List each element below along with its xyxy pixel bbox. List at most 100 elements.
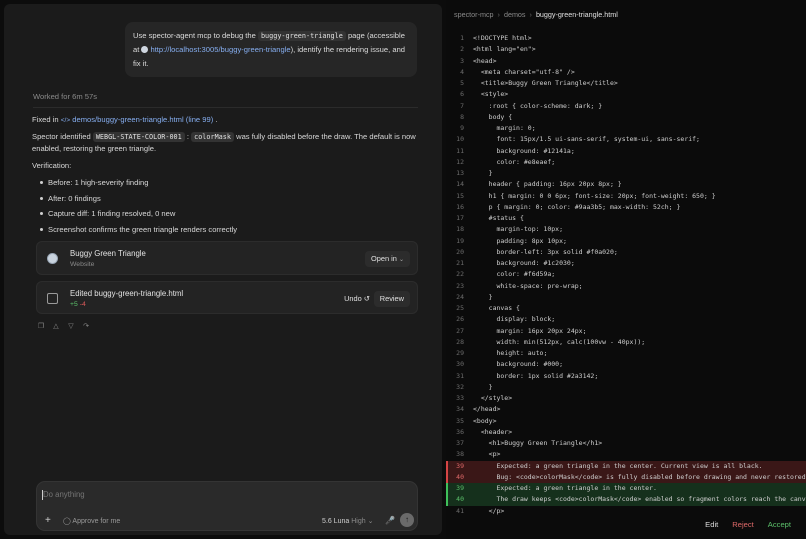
chat-panel: Use spector-agent mcp to debug the buggy… xyxy=(4,4,442,535)
website-card-title: Buggy Green Triangle xyxy=(70,249,146,258)
lines-added: +5 xyxy=(70,301,78,308)
code-text: <meta charset="utf-8" /> xyxy=(473,67,575,76)
code-text: margin: 16px 20px 24px; xyxy=(473,326,587,335)
review-button[interactable]: Review xyxy=(373,291,410,307)
breadcrumb-item[interactable]: demos xyxy=(504,10,526,19)
line-number: 26 xyxy=(456,315,464,324)
line-number: 40 xyxy=(456,472,464,481)
thumbs-down-icon[interactable]: ▽ xyxy=(67,323,75,331)
website-card-subtitle: Website xyxy=(70,261,95,268)
code-text: } xyxy=(473,382,493,391)
approve-label: Approve for me xyxy=(72,518,121,525)
code-text: margin-top: 10px; xyxy=(473,225,564,234)
code-text: Expected: a green triangle in the center… xyxy=(473,484,657,492)
line-number: 17 xyxy=(456,214,464,222)
line-number: 39 xyxy=(456,461,464,470)
code-line: 4 <meta charset="utf-8" /> xyxy=(446,67,806,78)
code-text: The draw keeps <code>colorMask</code> en… xyxy=(473,495,806,504)
diff-stat: +5 -4 xyxy=(70,301,86,308)
code-text: background: #1c2030; xyxy=(473,259,575,267)
microphone-icon[interactable]: 🎤 xyxy=(385,516,395,525)
line-number: 5 xyxy=(460,79,464,87)
code-text: <body> xyxy=(473,416,497,425)
edit-card-title: Edited buggy-green-triangle.html xyxy=(70,289,184,298)
line-number: 7 xyxy=(460,101,464,110)
breadcrumb-current[interactable]: buggy-green-triangle.html xyxy=(536,10,618,19)
localhost-link[interactable]: http://localhost:3005/buggy-green-triang… xyxy=(150,45,290,54)
code-line: 25 canvas { xyxy=(446,303,806,314)
line-number: 16 xyxy=(456,202,464,211)
worked-for-toggle[interactable]: Worked for 6m 57s xyxy=(33,92,418,108)
reject-button[interactable]: Reject xyxy=(725,518,761,532)
code-text: <h1>Buggy Green Triangle</h1> xyxy=(473,439,603,447)
code-text: color: #e8eaef; xyxy=(473,157,556,166)
code-line: 32 } xyxy=(446,382,806,393)
code-line: 3 <head> xyxy=(446,56,806,67)
line-number: 22 xyxy=(456,270,464,279)
edit-card[interactable]: Edited buggy-green-triangle.html +5 -4 Un… xyxy=(36,281,418,314)
inline-code-page: buggy-green-triangle xyxy=(257,31,346,41)
copy-icon[interactable]: ❐ xyxy=(37,323,45,331)
code-lines[interactable]: 1 <!DOCTYPE html> 2 <html lang="en"> 3 <head>… xyxy=(446,33,806,517)
identified-paragraph: Spector identified WEBGL-STATE-COLOR-001… xyxy=(32,131,418,155)
line-number: 30 xyxy=(456,360,464,369)
code-text: #status { xyxy=(473,214,524,222)
globe-icon xyxy=(141,46,149,53)
prompt-input[interactable] xyxy=(43,490,343,499)
code-text: canvas { xyxy=(473,304,520,312)
open-in-button[interactable]: Open in ⌄ xyxy=(365,251,410,267)
line-number: 35 xyxy=(456,416,464,425)
code-line: 14 header { padding: 16px 20px 8px; } xyxy=(446,179,806,190)
code-text: display: block; xyxy=(473,315,556,324)
undo-button[interactable]: Undo ↺ xyxy=(344,291,370,307)
line-number: 23 xyxy=(456,281,464,290)
chevron-down-icon: ⌄ xyxy=(367,518,374,525)
code-line: 34 </head> xyxy=(446,404,806,415)
code-line: 28 width: min(512px, calc(100vw - 40px))… xyxy=(446,337,806,348)
code-text: p { margin: 0; color: #9aa3b5; max-width… xyxy=(473,202,681,211)
breadcrumb-item[interactable]: spector-mcp xyxy=(454,10,494,19)
code-line: 21 background: #1c2030; xyxy=(446,258,806,269)
added-code-line: 39 Expected: a green triangle in the cen… xyxy=(446,483,806,495)
message-actions: ❐ △ ▽ ↷ xyxy=(37,323,90,331)
approve-toggle[interactable]: ◯ Approve for me xyxy=(63,517,120,525)
code-line: 22 color: #f6d59a; xyxy=(446,269,806,280)
accept-button[interactable]: Accept xyxy=(761,518,798,532)
add-attachment-icon[interactable]: + xyxy=(45,516,51,526)
list-item: Before: 1 high-severity finding xyxy=(40,177,410,193)
code-line: 1 <!DOCTYPE html> xyxy=(446,33,806,44)
line-number: 32 xyxy=(456,382,464,391)
edit-button[interactable]: Edit xyxy=(698,518,725,532)
fixed-in-link[interactable]: demos/buggy-green-triangle.html (line 99… xyxy=(72,115,213,124)
chevron-right-icon: › xyxy=(529,10,532,19)
code-text: </head> xyxy=(473,405,501,414)
code-line: 7 :root { color-scheme: dark; } xyxy=(446,101,806,112)
share-icon[interactable]: ↷ xyxy=(82,323,90,331)
thumbs-up-icon[interactable]: △ xyxy=(52,323,60,331)
line-number: 13 xyxy=(456,169,464,177)
code-line: 13 } xyxy=(446,168,806,179)
website-card[interactable]: Buggy Green Triangle Website Open in ⌄ xyxy=(36,241,418,275)
code-line: 2 <html lang="en"> xyxy=(446,44,806,55)
code-line: 16 p { margin: 0; color: #9aa3b5; max-wi… xyxy=(446,202,806,213)
code-line: 9 margin: 0; xyxy=(446,123,806,134)
code-text: <html lang="en"> xyxy=(473,45,536,54)
added-code-line: 40 The draw keeps <code>colorMask</code>… xyxy=(446,494,806,506)
globe-icon xyxy=(47,253,58,264)
code-line: 15 h1 { margin: 0 0 6px; font-size: 20px… xyxy=(446,191,806,202)
code-line: 17 #status { xyxy=(446,213,806,224)
code-text: body { xyxy=(473,112,513,121)
code-text: <!DOCTYPE html> xyxy=(473,34,532,42)
line-number: 28 xyxy=(456,337,464,346)
send-button[interactable]: ↑ xyxy=(400,513,414,527)
code-line: 18 margin-top: 10px; xyxy=(446,224,806,235)
line-number: 3 xyxy=(460,56,464,65)
code-line: 6 <style> xyxy=(446,89,806,100)
code-text: padding: 8px 10px; xyxy=(473,236,567,245)
model-selector[interactable]: 5.6 Luna High ⌄ xyxy=(322,517,373,525)
code-line: 30 background: #000; xyxy=(446,359,806,370)
code-line: 11 background: #12141a; xyxy=(446,146,806,157)
code-text: color: #f6d59a; xyxy=(473,270,556,279)
line-number: 9 xyxy=(460,124,464,132)
code-line: 20 border-left: 3px solid #f0a020; xyxy=(446,247,806,258)
